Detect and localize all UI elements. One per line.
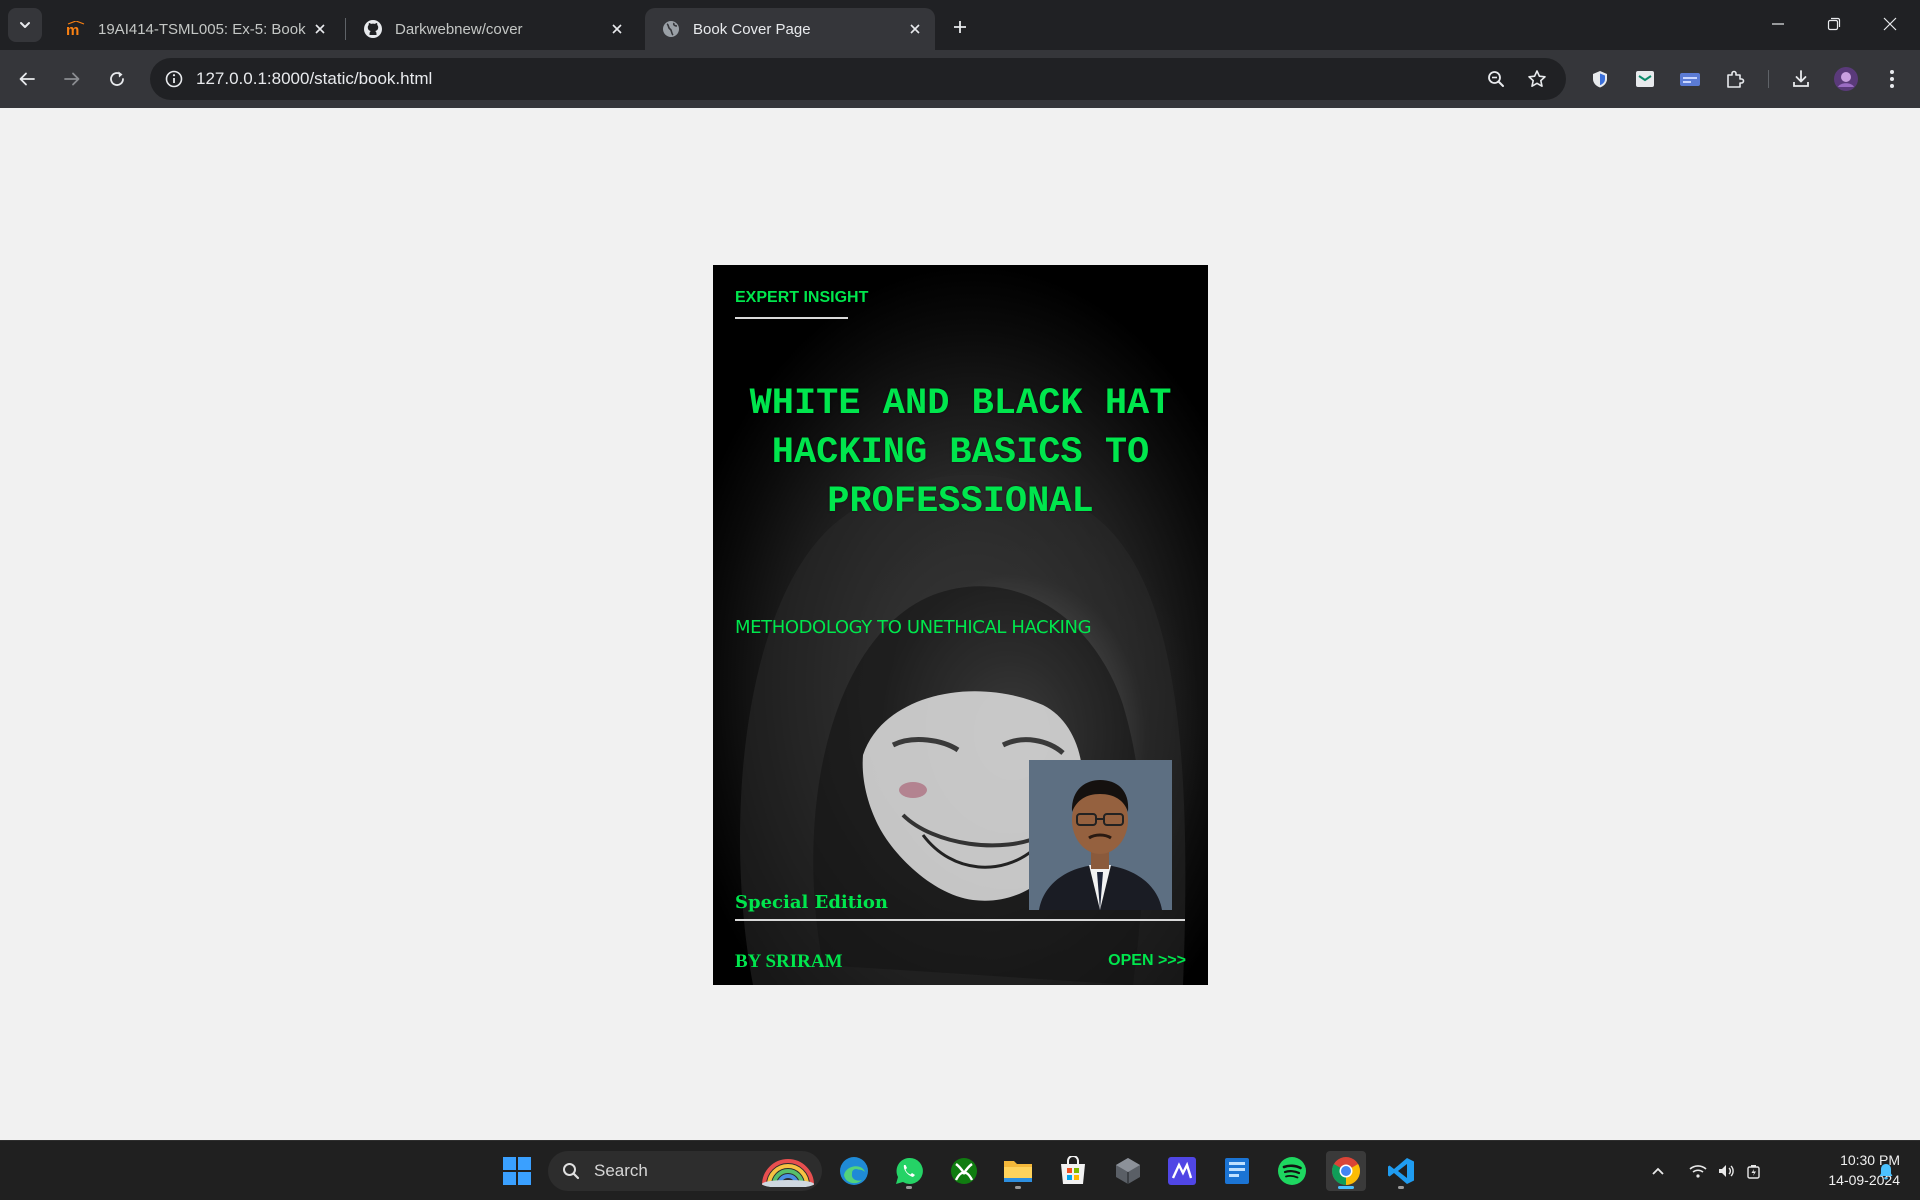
rainbow-highlight-icon [762, 1159, 814, 1187]
running-indicator [1398, 1186, 1404, 1189]
minimize-button[interactable] [1750, 0, 1806, 48]
svg-text:m: m [66, 22, 79, 37]
close-tab-icon[interactable] [903, 17, 927, 41]
running-indicator [1338, 1186, 1354, 1189]
running-indicator [1015, 1186, 1021, 1189]
plus-icon [954, 21, 966, 33]
battery-charging-icon[interactable] [1742, 1151, 1766, 1191]
arrow-left-icon [19, 72, 35, 86]
restore-button[interactable] [1806, 0, 1862, 48]
site-info-icon[interactable] [160, 65, 188, 93]
edition-label: Special Edition [735, 892, 888, 913]
badge-underline [735, 317, 848, 319]
visual-studio-icon[interactable] [1162, 1151, 1202, 1191]
chrome-icon[interactable] [1326, 1151, 1366, 1191]
notification-bell-icon[interactable] [1874, 1151, 1898, 1191]
tasks-app-icon[interactable] [1217, 1151, 1257, 1191]
tab-github[interactable]: Darkwebnew/cover [347, 8, 637, 50]
profile-avatar[interactable] [1830, 63, 1862, 95]
tab-book-cover[interactable]: Book Cover Page [645, 8, 935, 50]
arrow-right-icon [64, 72, 80, 86]
chevron-up-icon[interactable] [1646, 1151, 1670, 1191]
tab-title: Book Cover Page [693, 20, 811, 38]
forward-button[interactable] [54, 61, 90, 97]
search-placeholder: Search [594, 1161, 648, 1180]
card-extension-icon[interactable] [1674, 63, 1706, 95]
book-subtitle: METHODOLOGY TO UNETHICAL HACKING [735, 617, 1092, 638]
address-bar[interactable]: 127.0.0.1:8000/static/book.html [150, 58, 1566, 100]
search-icon [563, 1163, 580, 1180]
open-book-link[interactable]: OPEN >>> [1108, 952, 1186, 970]
bookmark-star-icon[interactable] [1521, 63, 1553, 95]
wifi-icon[interactable] [1686, 1151, 1710, 1191]
restore-icon [1827, 17, 1841, 31]
book-title: WHITE AND BLACK HAT HACKING BASICS TO PR… [749, 383, 1172, 523]
volume-icon[interactable] [1714, 1151, 1738, 1191]
microsoft-store-icon[interactable] [1053, 1151, 1093, 1191]
back-button[interactable] [9, 61, 45, 97]
tab-strip: m 19AI414-TSML005: Ex-5: Book C Darkwebn… [0, 0, 1920, 50]
author-photo [1029, 760, 1172, 910]
chevron-down-icon [20, 22, 30, 28]
url-text[interactable]: 127.0.0.1:8000/static/book.html [196, 58, 432, 100]
file-explorer-icon[interactable] [998, 1151, 1038, 1191]
book-cover: EXPERT INSIGHT WHITE AND BLACK HAT HACKI… [713, 265, 1208, 985]
download-icon[interactable] [1785, 63, 1817, 95]
author-name: BY SRIRAM [735, 951, 843, 972]
new-tab-button[interactable] [944, 11, 976, 43]
spotify-icon[interactable] [1272, 1151, 1312, 1191]
github-icon [363, 19, 383, 39]
tab-moodle[interactable]: m 19AI414-TSML005: Ex-5: Book C [50, 8, 340, 50]
edge-icon[interactable] [834, 1151, 874, 1191]
minimize-icon [1772, 23, 1784, 25]
edition-divider [735, 919, 1185, 921]
cube-app-icon[interactable] [1108, 1151, 1148, 1191]
zoom-icon[interactable] [1480, 63, 1512, 95]
windows-taskbar: Search 10:30 PM 14-09-2024 [0, 1140, 1920, 1200]
reload-icon [110, 71, 124, 86]
close-icon [1883, 17, 1897, 31]
tab-separator [345, 18, 346, 40]
expert-insight-badge: EXPERT INSIGHT [735, 289, 869, 306]
close-tab-icon[interactable] [308, 17, 332, 41]
taskbar-search[interactable]: Search [548, 1151, 822, 1191]
running-indicator [906, 1186, 912, 1189]
vscode-icon[interactable] [1381, 1151, 1421, 1191]
toolbar-divider [1768, 70, 1769, 88]
moodle-icon: m [66, 19, 86, 39]
globe-icon [661, 19, 681, 39]
windows-start-icon[interactable] [497, 1151, 537, 1191]
bitwarden-shield-icon[interactable] [1584, 63, 1616, 95]
close-window-button[interactable] [1862, 0, 1918, 48]
tab-title: Darkwebnew/cover [395, 20, 523, 38]
extensions-puzzle-icon[interactable] [1719, 63, 1751, 95]
mail-extension-icon[interactable] [1629, 63, 1661, 95]
xbox-icon[interactable] [944, 1151, 984, 1191]
menu-kebab-icon[interactable] [1876, 63, 1908, 95]
tab-title: 19AI414-TSML005: Ex-5: Book C [98, 20, 308, 38]
close-tab-icon[interactable] [605, 17, 629, 41]
reload-button[interactable] [99, 61, 135, 97]
whatsapp-icon[interactable] [889, 1151, 929, 1191]
tab-search-button[interactable] [8, 8, 42, 42]
